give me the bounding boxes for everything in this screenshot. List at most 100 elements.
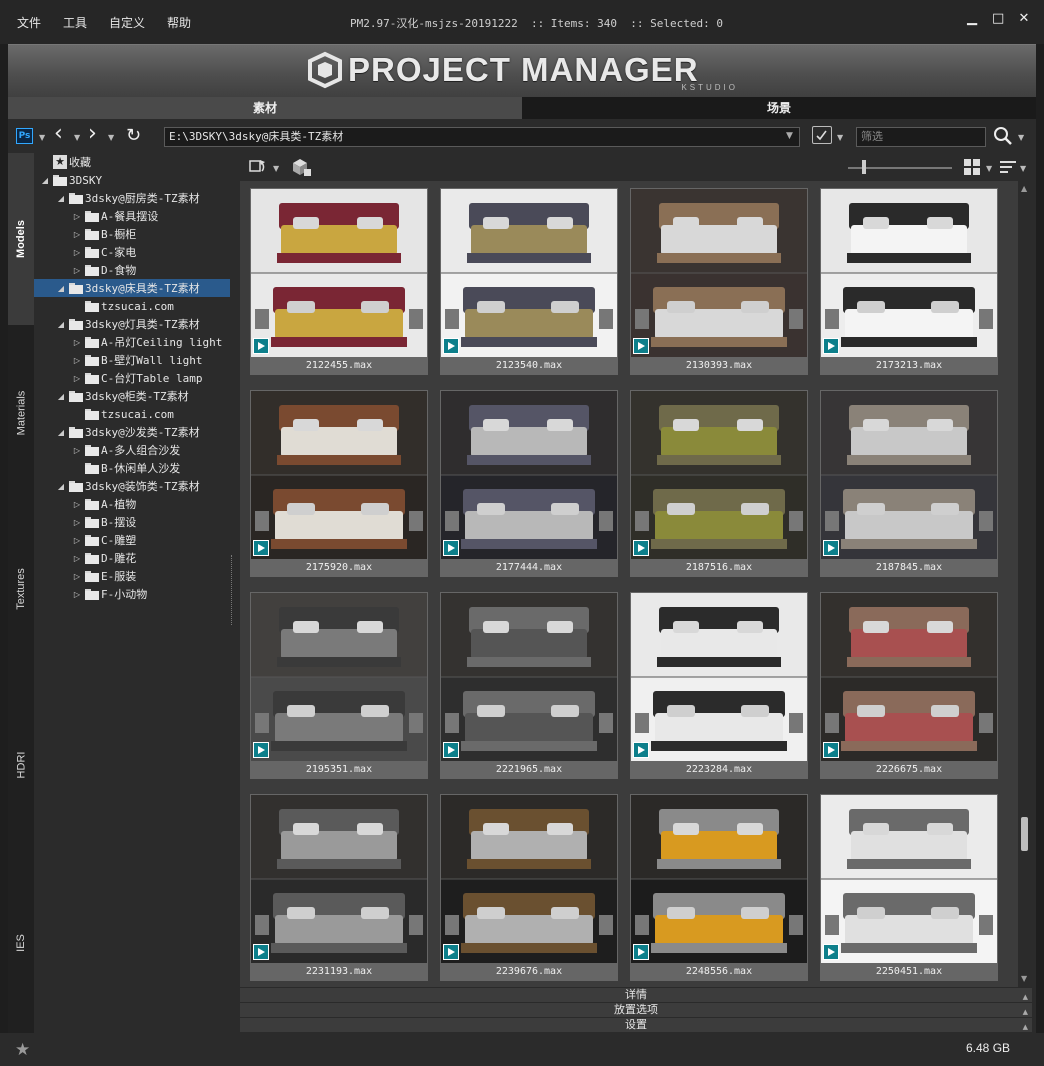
asset-card[interactable]: 2177444.max [440,390,618,577]
side-tab-ies[interactable]: IES [8,853,34,1033]
tree-item[interactable]: ▷ C-家电 [34,243,230,261]
forward-icon[interactable]: › [88,123,97,145]
tab-scenes[interactable]: 场景 [522,97,1036,119]
menu-file[interactable]: 文件 [17,14,41,31]
filter-dropdown-icon[interactable]: ▼ [837,133,843,142]
expand-arrow-icon[interactable]: ◢ [56,482,66,491]
asset-card[interactable]: 2130393.max [630,188,808,375]
asset-card[interactable]: 2123540.max [440,188,618,375]
side-tab-models[interactable]: Models [8,153,34,325]
asset-card[interactable]: 2239676.max [440,794,618,981]
expand-arrow-icon[interactable]: ▷ [72,266,82,275]
tree-item[interactable]: B-休闲单人沙发 [34,459,230,477]
tree-item[interactable]: ▷ C-雕塑 [34,531,230,549]
photoshop-icon[interactable]: Ps [16,128,33,144]
tree-item[interactable]: ▷ D-雕花 [34,549,230,567]
sync-icon[interactable] [248,157,270,177]
expand-arrow-icon[interactable]: ▷ [72,572,82,581]
tree-item[interactable]: ◢ 3dsky@灯具类-TZ素材 [34,315,230,333]
back-dropdown-icon[interactable]: ▼ [74,133,80,142]
expand-arrow-icon[interactable]: ▷ [72,500,82,509]
asset-card[interactable]: 2221965.max [440,592,618,779]
grid-view-icon[interactable] [964,159,980,175]
asset-card[interactable]: 2250451.max [820,794,998,981]
filter-list-icon[interactable] [812,126,832,144]
tree-item[interactable]: tzsucai.com [34,405,230,423]
rollout-details[interactable]: 详情 ▲ [240,987,1032,1002]
model-import-icon[interactable] [290,156,312,178]
tree-item[interactable]: tzsucai.com [34,297,230,315]
maximize-icon[interactable]: □ [992,12,1004,26]
expand-arrow-icon[interactable]: ▷ [72,338,82,347]
expand-arrow-icon[interactable]: ▷ [72,374,82,383]
tree-item[interactable]: ▷ F-小动物 [34,585,230,603]
expand-arrow-icon[interactable]: ▷ [72,446,82,455]
scroll-down-icon[interactable]: ▼ [1021,974,1027,983]
path-input[interactable]: E:\3DSKY\3dsky@床具类-TZ素材 [164,127,800,147]
asset-card[interactable]: 2248556.max [630,794,808,981]
menu-help[interactable]: 帮助 [167,14,191,31]
back-icon[interactable]: ‹ [54,123,63,145]
expand-arrow-icon[interactable]: ▷ [72,356,82,365]
tree-item[interactable]: ◢ 3dsky@沙发类-TZ素材 [34,423,230,441]
expand-arrow-icon[interactable]: ◢ [56,194,66,203]
tree-item[interactable]: ◢ 3DSKY [34,171,230,189]
expand-arrow-icon[interactable]: ◢ [56,392,66,401]
minimize-icon[interactable]: ▁ [966,12,978,26]
asset-card[interactable]: 2223284.max [630,592,808,779]
grid-scrollbar[interactable]: ▲ ▼ [1018,181,1032,987]
side-tab-hdri[interactable]: HDRI [8,677,34,853]
tree-item[interactable]: ◢ 3dsky@装饰类-TZ素材 [34,477,230,495]
panel-splitter[interactable] [231,555,233,625]
close-icon[interactable]: ✕ [1018,12,1030,26]
search-icon[interactable] [992,125,1014,147]
rollout-settings[interactable]: 设置 ▲ [240,1017,1032,1032]
favorite-star-icon[interactable]: ★ [15,1040,30,1060]
expand-arrow-icon[interactable]: ◢ [56,320,66,329]
view-dropdown-icon[interactable]: ▼ [986,164,992,173]
tree-item[interactable]: ▷ A-多人组合沙发 [34,441,230,459]
sync-dropdown-icon[interactable]: ▼ [273,164,279,173]
expand-arrow-icon[interactable]: ▷ [72,590,82,599]
expand-arrow-icon[interactable]: ◢ [56,428,66,437]
tree-item[interactable]: ▷ A-植物 [34,495,230,513]
menu-tools[interactable]: 工具 [63,14,87,31]
rollout-placement[interactable]: 放置选项 ▲ [240,1002,1032,1017]
expand-arrow-icon[interactable]: ▷ [72,518,82,527]
expand-arrow-icon[interactable]: ▷ [72,248,82,257]
expand-arrow-icon[interactable]: ▷ [72,554,82,563]
asset-card[interactable]: 2226675.max [820,592,998,779]
tree-item[interactable]: ▷ A-餐具摆设 [34,207,230,225]
menu-customize[interactable]: 自定义 [109,14,145,31]
tree-item[interactable]: ▷ D-食物 [34,261,230,279]
tree-item[interactable]: ▷ A-吊灯Ceiling light [34,333,230,351]
search-dropdown-icon[interactable]: ▼ [1018,133,1024,142]
refresh-icon[interactable]: ↻ [126,125,141,147]
asset-card[interactable]: 2175920.max [250,390,428,577]
tree-item[interactable]: ★ 收藏 [34,153,230,171]
asset-card[interactable]: 2231193.max [250,794,428,981]
scroll-thumb[interactable] [1021,817,1028,851]
asset-card[interactable]: 2173213.max [820,188,998,375]
expand-arrow-icon[interactable]: ▷ [72,212,82,221]
tree-item[interactable]: ◢ 3dsky@床具类-TZ素材 [34,279,230,297]
asset-card[interactable]: 2195351.max [250,592,428,779]
sort-dropdown-icon[interactable]: ▼ [1020,164,1026,173]
path-dropdown-icon[interactable]: ▼ [786,131,793,141]
tree-item[interactable]: ▷ E-服装 [34,567,230,585]
tree-item[interactable]: ▷ B-壁灯Wall light [34,351,230,369]
expand-arrow-icon[interactable]: ▷ [72,230,82,239]
forward-dropdown-icon[interactable]: ▼ [108,133,114,142]
expand-arrow-icon[interactable]: ▷ [72,536,82,545]
asset-card[interactable]: 2122455.max [250,188,428,375]
tree-item[interactable]: ▷ B-橱柜 [34,225,230,243]
tree-item[interactable]: ▷ B-摆设 [34,513,230,531]
ps-dropdown-icon[interactable]: ▼ [39,133,45,142]
thumbnail-size-slider-handle[interactable] [862,160,866,174]
filter-input[interactable]: 筛选 [856,127,986,147]
tree-item[interactable]: ◢ 3dsky@厨房类-TZ素材 [34,189,230,207]
asset-card[interactable]: 2187516.max [630,390,808,577]
expand-arrow-icon[interactable]: ◢ [56,284,66,293]
tree-item[interactable]: ▷ C-台灯Table lamp [34,369,230,387]
tree-item[interactable]: ◢ 3dsky@柜类-TZ素材 [34,387,230,405]
